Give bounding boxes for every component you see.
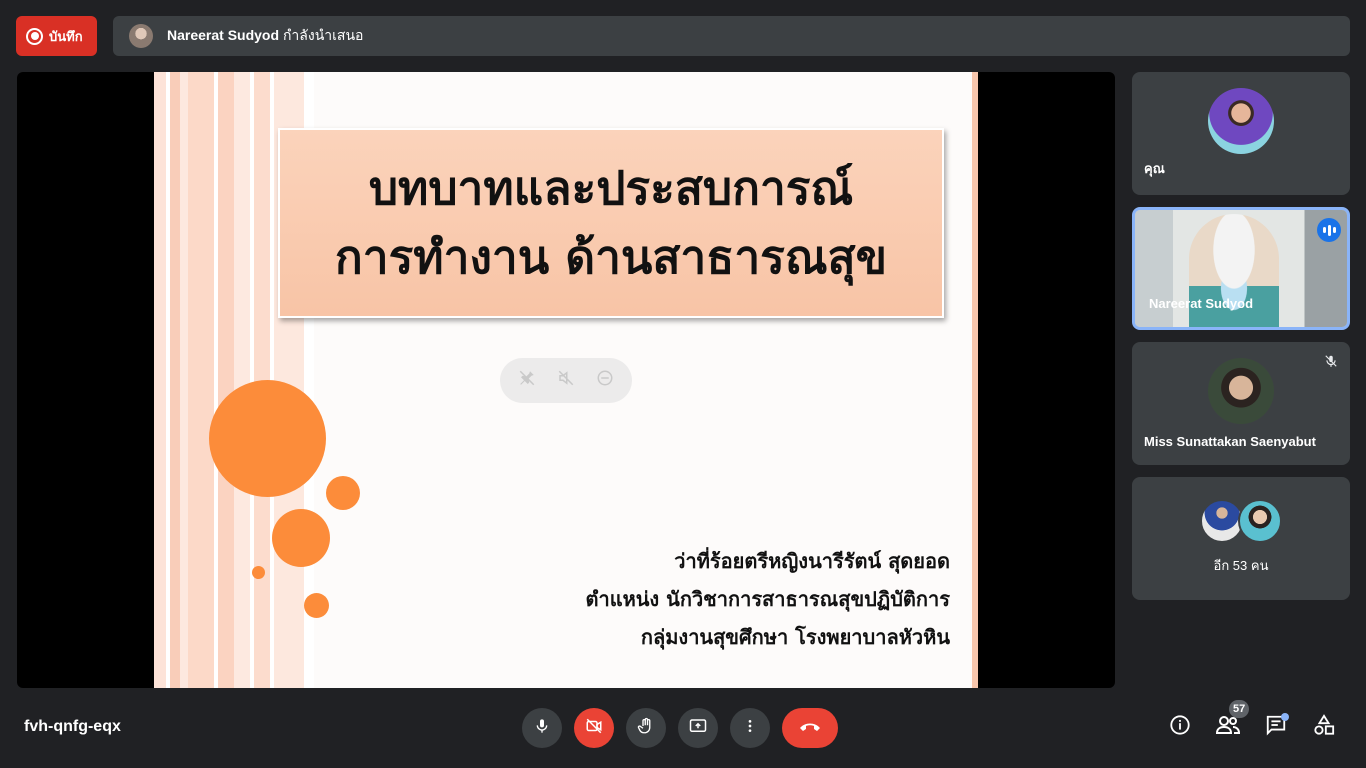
presenting-text: กำลังนำเสนอ — [282, 27, 364, 43]
presenting-banner: Nareerat Sudyod กำลังนำเสนอ — [113, 16, 1350, 56]
camera-off-icon — [585, 717, 603, 740]
remove-icon[interactable] — [596, 369, 614, 392]
pin-icon[interactable] — [518, 369, 536, 392]
speaking-icon — [1317, 218, 1341, 242]
info-icon — [1169, 714, 1191, 742]
raise-hand-button[interactable] — [626, 708, 666, 748]
presenter-avatar — [129, 24, 153, 48]
mic-off-icon — [1324, 354, 1338, 371]
activities-icon — [1313, 714, 1335, 742]
people-icon — [1215, 714, 1241, 742]
more-participants-label: อีก 53 คน — [1213, 558, 1269, 573]
more-options-button[interactable] — [730, 708, 770, 748]
avatar — [1238, 499, 1282, 543]
tile-hover-controls — [500, 358, 632, 403]
hangup-icon — [798, 719, 822, 738]
decor-circle — [209, 380, 326, 497]
participant-video-face — [1189, 214, 1279, 327]
slide-title-line: บทบาทและประสบการณ์ — [368, 161, 854, 216]
participant-name: คุณ — [1144, 161, 1165, 176]
participant-count-badge: 57 — [1229, 700, 1250, 718]
more-options-icon — [742, 718, 758, 739]
mic-icon — [534, 718, 550, 739]
camera-button[interactable] — [574, 708, 614, 748]
participant-tile-speaking[interactable]: Nareerat Sudyod — [1132, 207, 1350, 330]
participant-name: Miss Sunattakan Saenyabut — [1144, 434, 1316, 449]
record-label: บันทึก — [49, 28, 83, 44]
decor-circle — [252, 566, 265, 579]
presentation-stage: บทบาทและประสบการณ์ การทำงาน ด้านสาธารณสุ… — [17, 72, 1115, 688]
activities-button[interactable] — [1308, 712, 1340, 744]
present-screen-icon — [689, 717, 707, 740]
raise-hand-icon — [637, 717, 655, 740]
slide-decor-edge — [972, 72, 978, 688]
participant-name: Nareerat Sudyod — [1149, 296, 1254, 311]
meeting-code: fvh-qnfg-eqx — [24, 718, 121, 735]
slide-presenter-line: ว่าที่ร้อยตรีหญิงนารีรัตน์ สุดยอด — [674, 549, 950, 573]
participant-tile-more[interactable]: อีก 53 คน — [1132, 477, 1350, 600]
slide-title-box: บทบาทและประสบการณ์ การทำงาน ด้านสาธารณสุ… — [278, 128, 944, 318]
participant-tile-self[interactable]: คุณ — [1132, 72, 1350, 195]
presenter-name: Nareerat Sudyod — [167, 27, 280, 43]
slide-presenter-info: ว่าที่ร้อยตรีหญิงนารีรัตน์ สุดยอด ตำแหน่… — [585, 542, 950, 656]
decor-circle — [304, 593, 329, 618]
decor-circle — [272, 509, 330, 567]
record-button[interactable]: บันทึก — [16, 16, 97, 56]
mic-button[interactable] — [522, 708, 562, 748]
info-button[interactable] — [1164, 712, 1196, 744]
slide-presenter-line: กลุ่มงานสุขศึกษา โรงพยาบาลหัวหิน — [640, 625, 950, 649]
avatar — [1208, 88, 1274, 154]
decor-circle — [326, 476, 360, 510]
present-screen-button[interactable] — [678, 708, 718, 748]
record-icon — [26, 27, 43, 45]
hangup-button[interactable] — [782, 708, 838, 748]
avatar — [1208, 358, 1274, 424]
mute-icon[interactable] — [557, 369, 575, 392]
chat-unread-indicator — [1281, 713, 1289, 721]
participant-tile[interactable]: Miss Sunattakan Saenyabut — [1132, 342, 1350, 465]
slide-title-line: การทำงาน ด้านสาธารณสุข — [334, 230, 888, 284]
slide-presenter-line: ตำแหน่ง นักวิชาการสาธารณสุขปฏิบัติการ — [585, 587, 950, 611]
